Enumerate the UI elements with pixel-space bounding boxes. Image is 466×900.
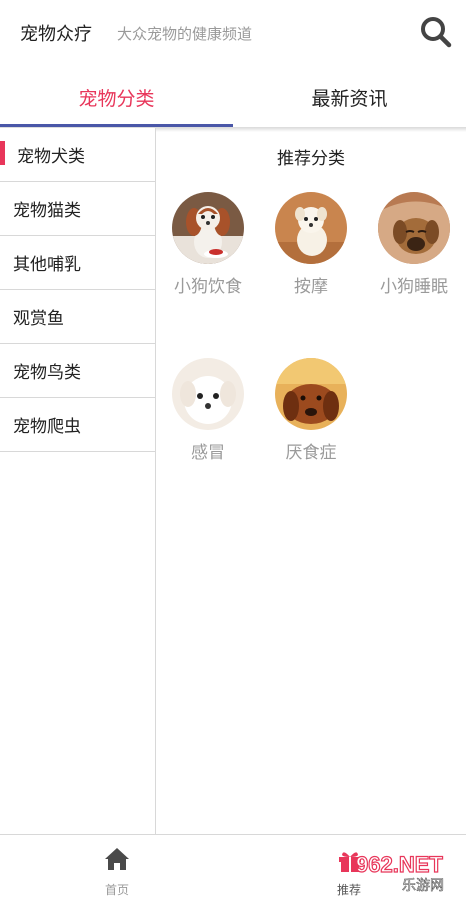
sidebar-item-label: 宠物猫类 [13, 201, 81, 221]
site-watermark: 962.NET 乐游网 [352, 846, 462, 894]
sidebar-item-other-mammals[interactable]: 其他哺乳 [0, 236, 155, 290]
sidebar-item-ornamental-fish[interactable]: 观赏鱼 [0, 290, 155, 344]
category-item-label: 按摩 [294, 277, 328, 297]
sidebar-item-label: 宠物犬类 [17, 147, 85, 167]
fluffy-puppy-image [172, 358, 244, 430]
watermark-text: 962.NET [356, 852, 443, 877]
sidebar-item-cats[interactable]: 宠物猫类 [0, 182, 155, 236]
recommended-panel: 推荐分类 小狗饮食 按摩 小狗睡眠 感冒 厌食症 [156, 128, 466, 834]
category-item-label: 厌食症 [285, 443, 337, 463]
search-icon[interactable] [418, 14, 454, 50]
sidebar-item-birds[interactable]: 宠物鸟类 [0, 344, 155, 398]
app-subtitle: 大众宠物的健康频道 [117, 25, 253, 43]
active-category-marker [0, 141, 5, 165]
sidebar-item-dogs[interactable]: 宠物犬类 [0, 128, 155, 182]
home-icon [104, 847, 130, 871]
tab-pet-categories[interactable]: 宠物分类 [0, 68, 233, 126]
category-sidebar: 宠物犬类 宠物猫类 其他哺乳 观赏鱼 宠物鸟类 宠物爬虫 [0, 128, 156, 834]
sidebar-item-label: 宠物爬虫 [13, 417, 81, 437]
sidebar-item-label: 宠物鸟类 [13, 363, 81, 383]
sidebar-item-label: 观赏鱼 [13, 309, 64, 329]
tab-bar: 宠物分类 最新资讯 [0, 68, 466, 132]
category-item-label: 小狗睡眠 [380, 277, 448, 297]
app-title: 宠物众疗 [20, 24, 92, 45]
tab-latest-news[interactable]: 最新资讯 [233, 68, 466, 126]
dachshund-image [275, 358, 347, 430]
category-item-label: 感冒 [191, 443, 225, 463]
puppy-eating-image [172, 192, 244, 264]
white-puppy-image [275, 192, 347, 264]
watermark-subtext: 乐游网 [402, 878, 444, 894]
sidebar-item-reptiles[interactable]: 宠物爬虫 [0, 398, 155, 452]
category-item-label: 小狗饮食 [174, 277, 242, 297]
section-title: 推荐分类 [277, 149, 345, 169]
sidebar-item-label: 其他哺乳 [13, 255, 81, 275]
app-header: 宠物众疗 大众宠物的健康频道 [0, 0, 466, 68]
sleeping-dog-image [378, 192, 450, 264]
nav-home[interactable]: 首页 [92, 841, 142, 897]
nav-home-label: 首页 [104, 883, 129, 897]
